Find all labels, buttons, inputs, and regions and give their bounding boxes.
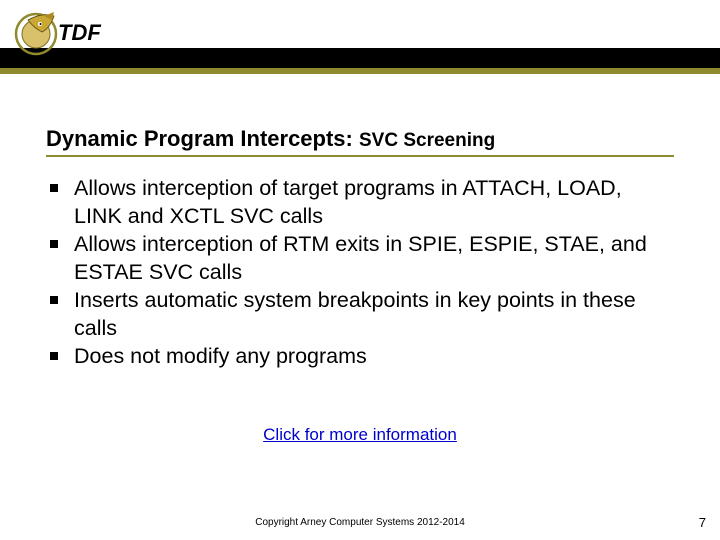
page-number: 7 [699, 515, 706, 530]
bullet-item: Allows interception of target programs i… [50, 175, 674, 230]
copyright-text: Copyright Arney Computer Systems 2012-20… [0, 517, 720, 528]
link-row: Click for more information [46, 425, 674, 445]
slide-title: Dynamic Program Intercepts: SVC Screenin… [46, 126, 674, 157]
more-info-link[interactable]: Click for more information [263, 425, 457, 444]
slide-content: Dynamic Program Intercepts: SVC Screenin… [0, 72, 720, 445]
title-main: Dynamic Program Intercepts: [46, 126, 359, 151]
header-band-olive [0, 68, 720, 74]
slide-header: TDF [0, 0, 720, 72]
bullet-item: Inserts automatic system breakpoints in … [50, 287, 674, 342]
bullet-item: Allows interception of RTM exits in SPIE… [50, 231, 674, 286]
title-sub: SVC Screening [359, 130, 495, 151]
tdf-logo: TDF [14, 6, 114, 62]
bullet-item: Does not modify any programs [50, 343, 674, 371]
bullet-list: Allows interception of target programs i… [46, 175, 674, 371]
svg-text:TDF: TDF [58, 20, 101, 45]
